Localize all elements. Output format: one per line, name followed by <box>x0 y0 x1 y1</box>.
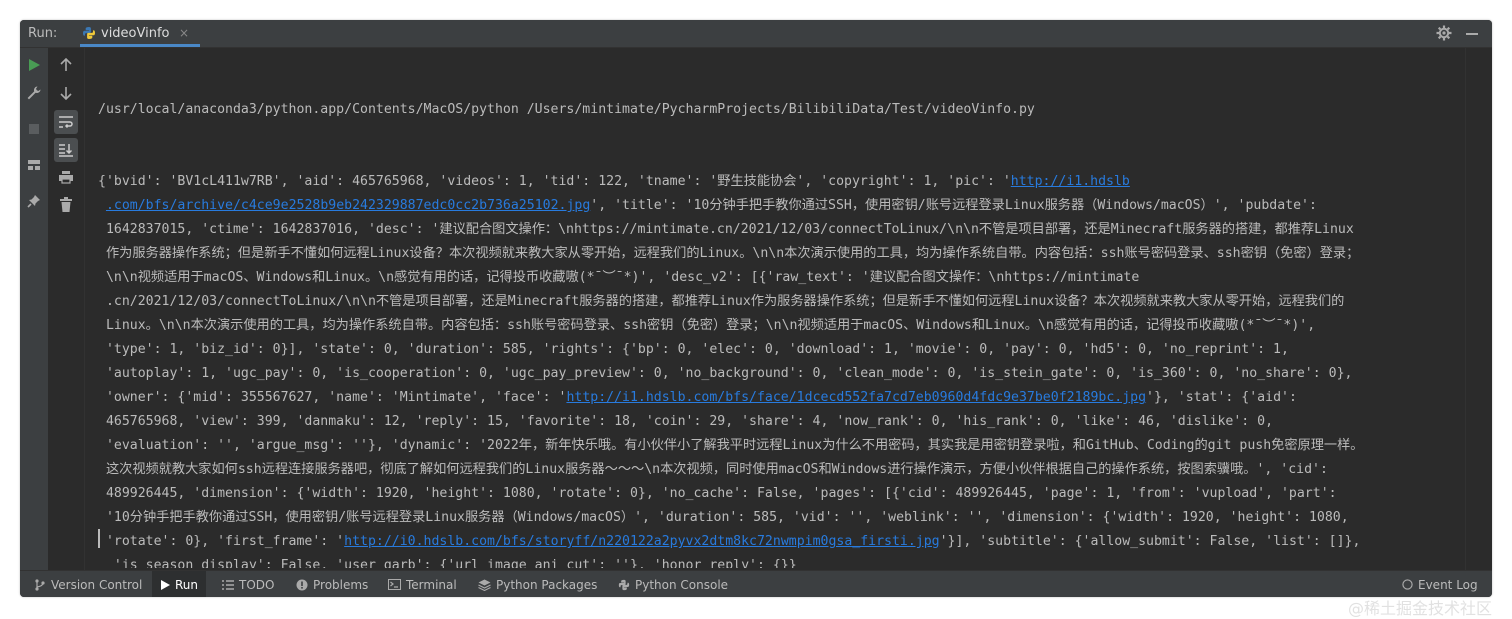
console-text: 465765968, 'view': 399, 'danmaku': 12, '… <box>98 414 1274 429</box>
console-text: '10分钟手把手教你通过SSH，使用密钥/账号远程登录Linux服务器（Wind… <box>98 510 1349 525</box>
layout-icon[interactable] <box>25 156 43 174</box>
console-line: 这次视频就教大家如何ssh远程连接服务器吧，彻底了解如何远程我们的Linux服务… <box>98 458 1470 482</box>
run-tool-window: Run: videoVinfo × /usr/local/anaconda3/p… <box>20 20 1492 597</box>
console-line: {'bvid': 'BV1cL411w7RB', 'aid': 46576596… <box>98 170 1470 194</box>
console-command-line: /usr/local/anaconda3/python.app/Contents… <box>98 102 1035 117</box>
tab-todo[interactable]: TODO <box>222 571 274 597</box>
terminal-icon <box>388 579 401 590</box>
branch-icon <box>35 578 45 591</box>
tab-label: Run <box>175 577 199 592</box>
console-line: 'rotate': 0}, 'first_frame': 'http://i0.… <box>98 530 1470 554</box>
tab-label: TODO <box>239 577 275 592</box>
arrow-down-icon[interactable] <box>57 84 75 102</box>
tab-python-console[interactable]: Python Console <box>618 571 728 597</box>
scroll-to-end-icon[interactable] <box>54 138 78 162</box>
console-text: .cn/2021/12/03/connectToLinux/\n\n不管是项目部… <box>98 294 1345 309</box>
console-text: Linux。\n\n本次演示使用的工具，均为操作系统自带。内容包括：ssh账号密… <box>98 318 1316 333</box>
console-link[interactable]: http://i1.hdslb.com/bfs/face/1dcecd552fa… <box>566 390 1146 405</box>
console-line: 'is_season_display': False, 'user_garb':… <box>98 554 1470 568</box>
console-text: 'type': 1, 'biz_id': 0}], 'state': 0, 'd… <box>98 342 1289 357</box>
tab-label: Version Control <box>51 577 143 592</box>
stop-icon[interactable] <box>25 120 43 138</box>
console-text: ', 'title': '10分钟手把手教你通过SSH，使用密钥/账号远程登录L… <box>590 198 1317 213</box>
minimize-icon[interactable] <box>1466 33 1478 35</box>
console-text: {'bvid': 'BV1cL411w7RB', 'aid': 46576596… <box>98 174 1011 189</box>
print-icon[interactable] <box>57 168 75 186</box>
console-line: 'autoplay': 1, 'ugc_pay': 0, 'is_coopera… <box>98 362 1470 386</box>
console-text: '}], 'subtitle': {'allow_submit': False,… <box>939 534 1361 549</box>
rerun-icon[interactable] <box>25 56 43 74</box>
tab-problems[interactable]: Problems <box>296 571 368 597</box>
tab-close-icon[interactable]: × <box>179 26 189 40</box>
python-file-icon <box>83 27 95 39</box>
run-icon <box>161 579 170 590</box>
layers-icon <box>478 579 491 591</box>
run-toolbar-secondary <box>48 48 85 570</box>
console-text: 作为服务器操作系统；但是新手不懂如何远程Linux设备？本次视频就来教大家从零开… <box>98 246 1360 261</box>
console-text: 这次视频就教大家如何ssh远程连接服务器吧，彻底了解如何远程我们的Linux服务… <box>98 462 1328 477</box>
tab-terminal[interactable]: Terminal <box>388 571 457 597</box>
console-text: 'autoplay': 1, 'ugc_pay': 0, 'is_coopera… <box>98 366 1353 381</box>
watermark: @稀土掘金技术社区 <box>1347 599 1492 618</box>
console-line: 1642837015, 'ctime': 1642837016, 'desc':… <box>98 218 1470 242</box>
scrollbar-gutter[interactable] <box>1465 48 1492 570</box>
console-text: 'rotate': 0}, 'first_frame': ' <box>98 534 345 549</box>
console-lines: {'bvid': 'BV1cL411w7RB', 'aid': 46576596… <box>98 170 1470 568</box>
tab-run[interactable]: Run <box>152 571 207 597</box>
tab-label: Terminal <box>406 577 457 592</box>
console-line: 作为服务器操作系统；但是新手不懂如何远程Linux设备？本次视频就来教大家从零开… <box>98 242 1470 266</box>
console-line: 'type': 1, 'biz_id': 0}], 'state': 0, 'd… <box>98 338 1470 362</box>
soft-wrap-icon[interactable] <box>54 110 78 134</box>
tab-label: Python Console <box>635 577 729 592</box>
trash-icon[interactable] <box>57 196 75 214</box>
run-label: Run: <box>28 26 58 41</box>
console-text: '}, 'stat': {'aid': <box>1146 390 1297 405</box>
event-log-label: Event Log <box>1418 577 1478 592</box>
event-log-icon <box>1402 579 1413 590</box>
console-text: \n\n视频适用于macOS、Windows和Linux。\n感觉有用的话，记得… <box>98 270 1140 285</box>
console-line: 'owner': {'mid': 355567627, 'name': 'Min… <box>98 386 1470 410</box>
pin-icon[interactable] <box>25 192 43 210</box>
text-cursor <box>98 529 100 548</box>
console-text: 1642837015, 'ctime': 1642837016, 'desc':… <box>98 222 1354 237</box>
tool-window-bar: Version Control Run TODO Problems Termin… <box>20 570 1492 597</box>
tab-version-control[interactable]: Version Control <box>34 571 142 597</box>
tab-label: Python Packages <box>496 577 598 592</box>
console-link[interactable]: http://i0.hdslb.com/bfs/storyff/n220122a… <box>344 534 939 549</box>
console-text: 'owner': {'mid': 355567627, 'name': 'Min… <box>98 390 567 405</box>
console-text: 489926445, 'dimension': {'width': 1920, … <box>98 486 1337 501</box>
run-toolbar-primary <box>20 48 48 570</box>
python-icon <box>618 579 630 590</box>
tab-label: Problems <box>313 577 369 592</box>
info-icon <box>296 579 308 590</box>
console-link[interactable]: .com/bfs/archive/c4ce9e2528b9eb242329887… <box>106 198 590 213</box>
console-line: \n\n视频适用于macOS、Windows和Linux。\n感觉有用的话，记得… <box>98 266 1470 290</box>
arrow-up-icon[interactable] <box>57 56 75 74</box>
console-line: 465765968, 'view': 399, 'danmaku': 12, '… <box>98 410 1470 434</box>
gear-icon[interactable] <box>1436 25 1452 41</box>
console-line: .com/bfs/archive/c4ce9e2528b9eb242329887… <box>98 194 1470 218</box>
tab-videovinfo[interactable]: videoVinfo × <box>80 20 200 47</box>
console-output[interactable]: /usr/local/anaconda3/python.app/Contents… <box>98 50 1470 568</box>
console-line: '10分钟手把手教你通过SSH，使用密钥/账号远程登录Linux服务器（Wind… <box>98 506 1470 530</box>
console-line: 'evaluation': '', 'argue_msg': ''}, 'dyn… <box>98 434 1470 458</box>
tab-python-packages[interactable]: Python Packages <box>478 571 597 597</box>
run-tab-bar: Run: videoVinfo × <box>20 20 1492 48</box>
list-icon <box>222 579 234 590</box>
console-text: 'is_season_display': False, 'user_garb':… <box>98 558 797 568</box>
console-text: 'evaluation': '', 'argue_msg': ''}, 'dyn… <box>98 438 1364 453</box>
tab-title: videoVinfo <box>101 26 170 41</box>
event-log-button[interactable]: Event Log <box>1402 571 1478 597</box>
console-line: Linux。\n\n本次演示使用的工具，均为操作系统自带。内容包括：ssh账号密… <box>98 314 1470 338</box>
console-link[interactable]: http://i1.hdslb <box>1011 174 1130 189</box>
wrench-icon[interactable] <box>25 84 43 102</box>
console-line: 489926445, 'dimension': {'width': 1920, … <box>98 482 1470 506</box>
console-line: .cn/2021/12/03/connectToLinux/\n\n不管是项目部… <box>98 290 1470 314</box>
